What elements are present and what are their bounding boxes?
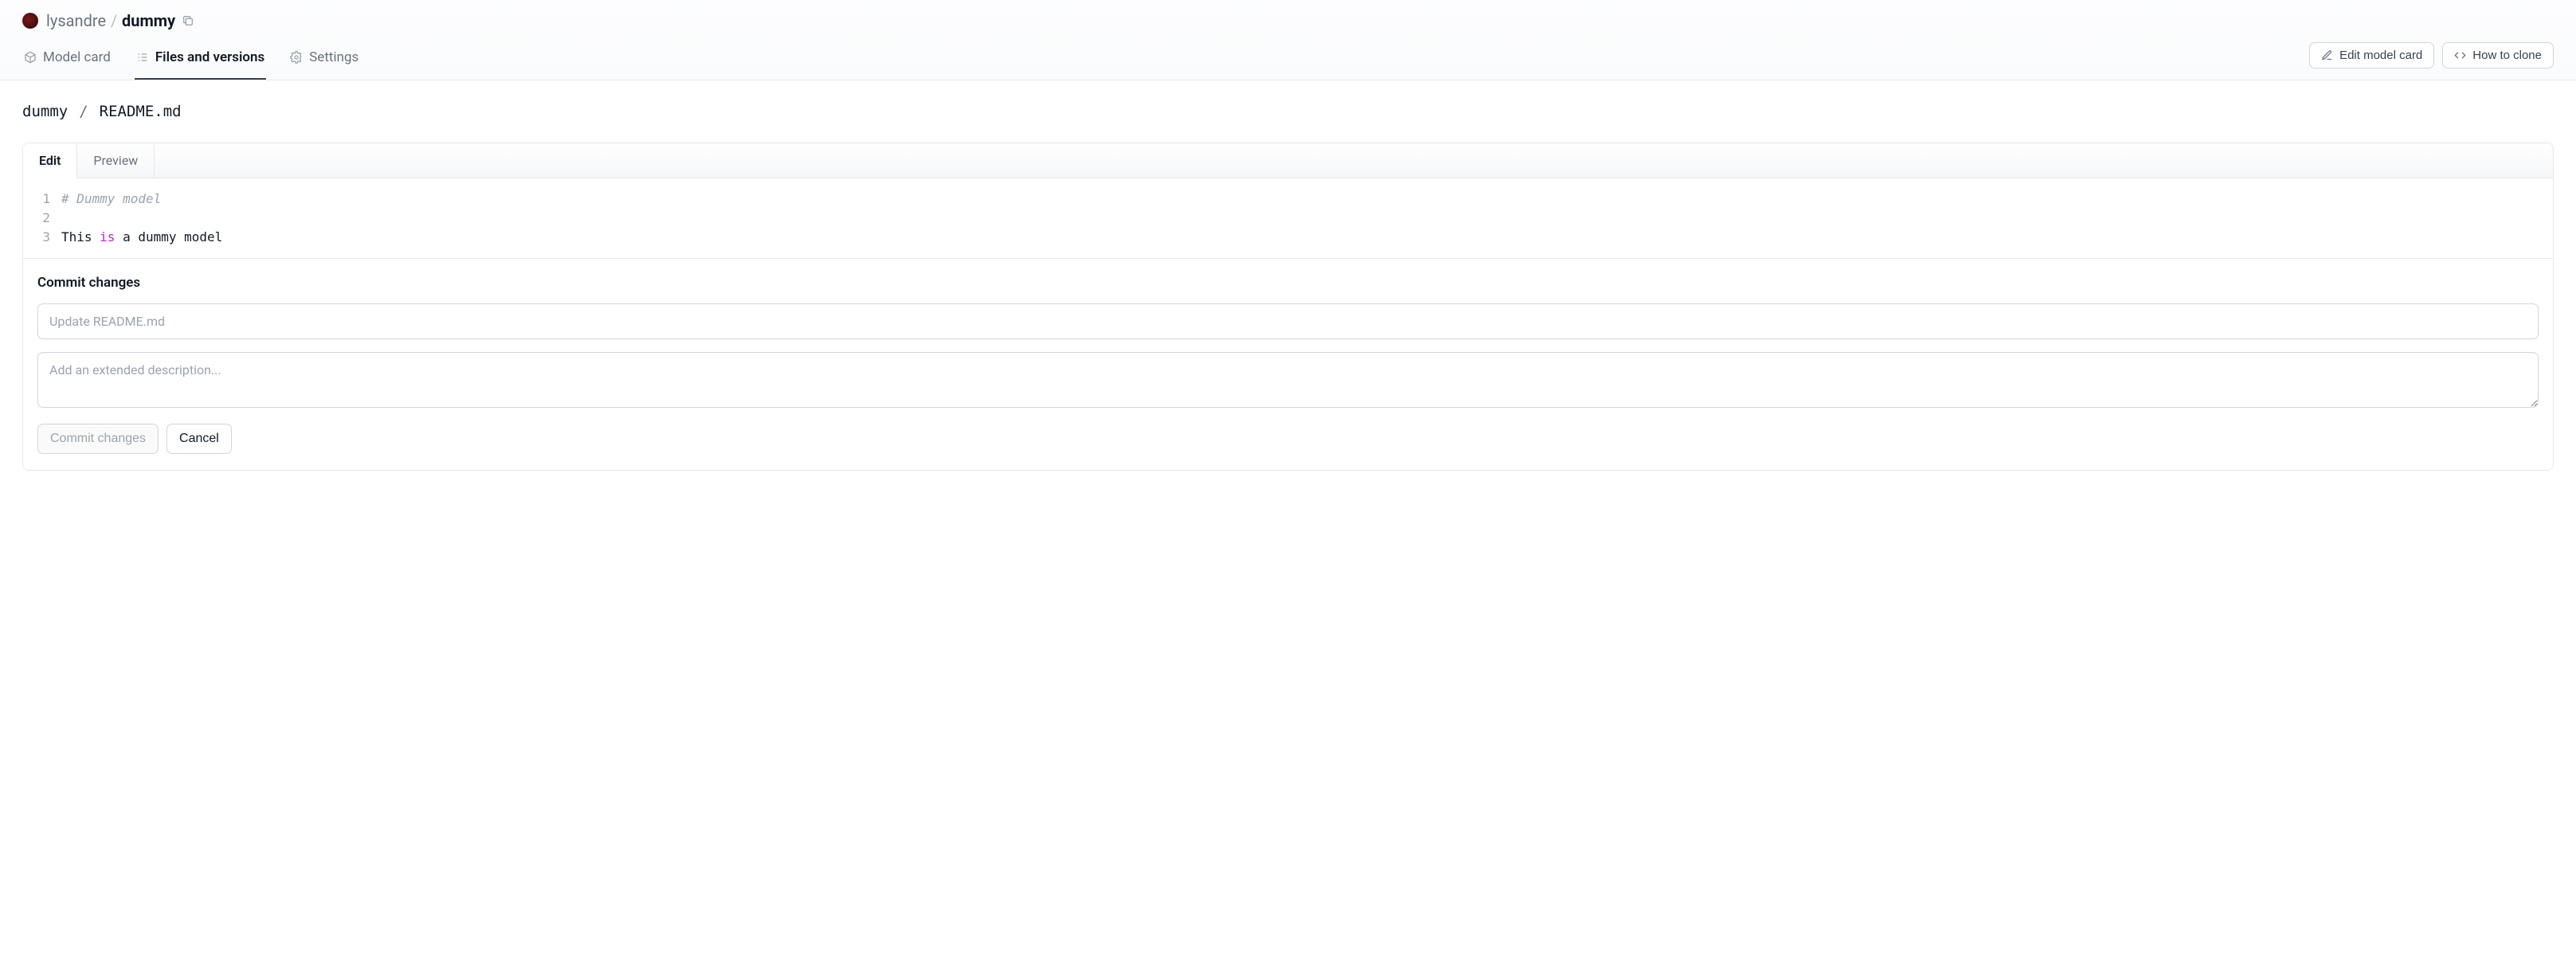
file-path-breadcrumb: dummy / README.md [22,103,2554,120]
code-line: 2 [23,209,2553,228]
editor-tab-edit[interactable]: Edit [23,143,77,178]
path-separator: / [79,103,88,120]
commit-section: Commit changes Commit changes Cancel [23,258,2553,470]
owner-link[interactable]: lysandre [46,11,106,30]
path-segment-root[interactable]: dummy [22,103,68,120]
commit-summary-input[interactable] [37,303,2539,339]
line-number: 3 [23,228,61,247]
code-editor[interactable]: 1# Dummy model23This is a dummy model [23,178,2553,258]
line-number: 1 [23,190,61,209]
editor-tabs: Edit Preview [23,143,2553,178]
editor-tab-preview[interactable]: Preview [77,143,155,178]
edit-model-card-button[interactable]: Edit model card [2309,42,2434,68]
list-icon [136,51,149,64]
commit-heading: Commit changes [37,275,2539,291]
breadcrumb: lysandre / dummy [46,11,175,30]
tab-model-card[interactable]: Model card [22,38,112,80]
gear-icon [290,51,303,64]
code-line: 3This is a dummy model [23,228,2553,247]
tab-settings[interactable]: Settings [288,38,360,80]
button-label: How to clone [2472,49,2542,62]
cancel-button[interactable]: Cancel [166,424,232,454]
tab-label: Model card [43,49,111,65]
line-number: 2 [23,209,61,228]
repo-link[interactable]: dummy [122,11,175,30]
commit-actions: Commit changes Cancel [37,424,2539,454]
commit-button[interactable]: Commit changes [37,424,159,454]
commit-description-input[interactable] [37,352,2539,408]
tab-label: Settings [309,49,358,65]
copy-icon[interactable] [182,14,194,27]
avatar [22,13,38,29]
breadcrumb-row: lysandre / dummy [0,0,2576,38]
code-icon [2454,49,2466,61]
line-content[interactable]: This is a dummy model [61,228,222,247]
cube-icon [24,51,37,64]
how-to-clone-button[interactable]: How to clone [2442,42,2554,68]
path-segment-file: README.md [100,103,182,120]
tab-files-and-versions[interactable]: Files and versions [135,38,266,80]
tab-label: Files and versions [155,49,264,65]
line-content[interactable]: # Dummy model [61,190,161,209]
nav-row: Model card Files and versions Settings E… [0,38,2576,80]
repo-header: lysandre / dummy Model card Files and ve… [0,0,2576,80]
button-label: Edit model card [2339,49,2422,62]
pencil-icon [2321,49,2333,61]
editor-card: Edit Preview 1# Dummy model23This is a d… [22,143,2554,471]
code-line: 1# Dummy model [23,190,2553,209]
page-body: dummy / README.md Edit Preview 1# Dummy … [0,80,2576,503]
nav-tabs: Model card Files and versions Settings [22,38,360,80]
nav-actions: Edit model card How to clone [2309,42,2554,76]
breadcrumb-separator: / [111,11,117,30]
